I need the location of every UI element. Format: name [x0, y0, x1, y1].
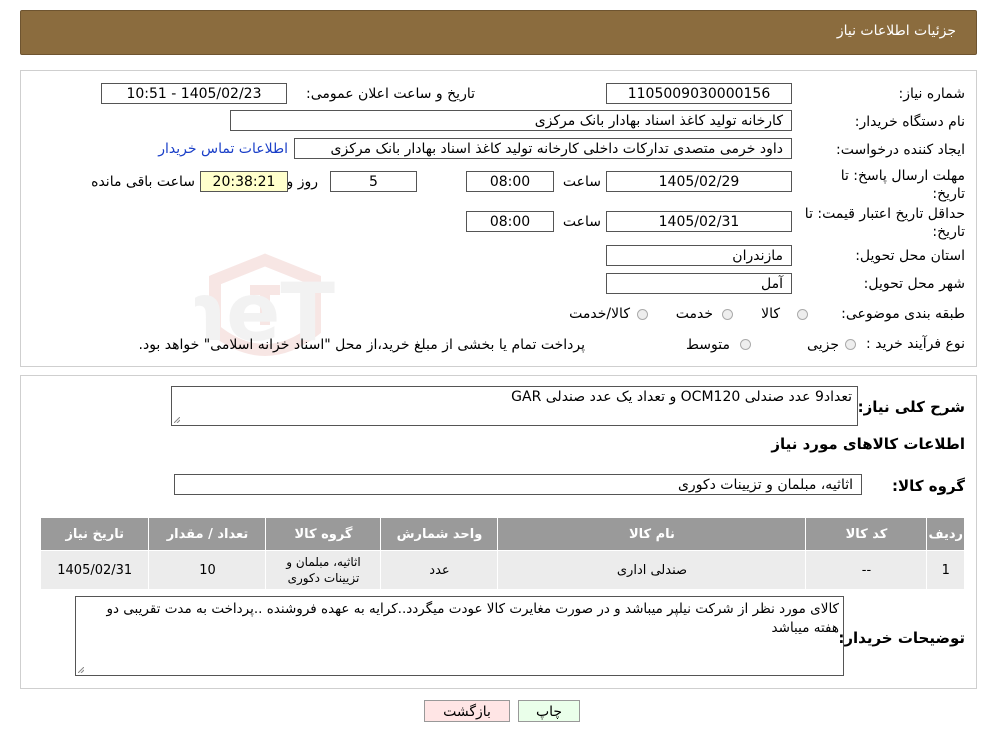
- days-field: 5: [330, 171, 417, 192]
- cell-row: 1: [926, 550, 965, 590]
- col-name: نام کالا: [497, 517, 807, 551]
- category-radio-service[interactable]: [722, 309, 733, 320]
- cell-unit: عدد: [380, 550, 499, 590]
- need-description-label: شرح کلی نیاز:: [857, 398, 965, 416]
- resize-handle-icon[interactable]: [78, 667, 84, 673]
- items-table: ردیف کد کالا نام کالا واحد شمارش گروه کا…: [39, 517, 965, 590]
- col-code: کد کالا: [805, 517, 928, 551]
- cell-code: --: [805, 550, 928, 590]
- process-note: پرداخت تمام یا بخشی از مبلغ خرید،از محل …: [138, 337, 585, 353]
- reply-deadline-label: مهلت ارسال پاسخ: تا تاریخ:: [840, 168, 965, 202]
- remaining-time-field: 20:38:21: [200, 171, 288, 192]
- col-unit: واحد شمارش: [380, 517, 499, 551]
- price-time-field: 08:00: [466, 211, 554, 232]
- reply-time-label: ساعت: [562, 174, 601, 190]
- creator-label: ایجاد کننده درخواست:: [836, 142, 965, 158]
- category-radio-goods[interactable]: [797, 309, 808, 320]
- buyer-notes-label: توضیحات خریدار:: [838, 629, 965, 647]
- goods-info-title: اطلاعات کالاهای مورد نیاز: [771, 435, 965, 453]
- cell-name: صندلی اداری: [497, 550, 807, 590]
- col-row: ردیف: [926, 517, 965, 551]
- need-number-label: شماره نیاز:: [898, 86, 966, 102]
- process-option-medium: متوسط: [686, 337, 730, 353]
- category-radio-goods-service[interactable]: [637, 309, 648, 320]
- need-description-text: تعداد9 عدد صندلی OCM120 و تعداد یک عدد ص…: [511, 389, 852, 405]
- remaining-label: ساعت باقی مانده: [91, 174, 195, 190]
- province-field: مازندران: [606, 245, 792, 266]
- city-label: شهر محل تحویل:: [863, 276, 965, 292]
- province-label: استان محل تحویل:: [855, 248, 965, 264]
- cell-group: اثاثیه، مبلمان و تزیینات دکوری: [265, 550, 382, 590]
- table-row: 1 -- صندلی اداری عدد اثاثیه، مبلمان و تز…: [39, 550, 965, 590]
- page-header: جزئیات اطلاعات نیاز: [20, 10, 977, 55]
- price-time-label: ساعت: [562, 214, 601, 230]
- resize-handle-icon[interactable]: [174, 417, 180, 423]
- creator-field: داود خرمی متصدی تدارکات داخلی کارخانه تو…: [294, 138, 792, 159]
- category-label: طبقه بندی موضوعی:: [841, 306, 965, 322]
- price-date-field: 1405/02/31: [606, 211, 792, 232]
- announce-field: 1405/02/23 - 10:51: [101, 83, 287, 104]
- price-validity-label: حداقل تاریخ اعتبار قیمت: تا تاریخ:: [804, 206, 965, 240]
- category-option-service: خدمت: [675, 306, 713, 322]
- days-label: روز و: [286, 174, 319, 190]
- category-option-goods: کالا: [761, 306, 780, 322]
- buyer-org-field: کارخانه تولید کاغذ اسناد بهادار بانک مرک…: [230, 110, 792, 131]
- buyer-notes-field: کالای مورد نظر از شرکت نیلپر میباشد و در…: [75, 596, 844, 676]
- city-field: آمل: [606, 273, 792, 294]
- col-group: گروه کالا: [265, 517, 382, 551]
- process-radio-minor[interactable]: [845, 339, 856, 350]
- category-option-goods-service: کالا/خدمت: [569, 306, 630, 322]
- table-header-row: ردیف کد کالا نام کالا واحد شمارش گروه کا…: [39, 517, 965, 551]
- buyer-notes-text: کالای مورد نظر از شرکت نیلپر میباشد و در…: [106, 601, 839, 636]
- col-date: تاریخ نیاز: [39, 517, 150, 551]
- col-qty: تعداد / مقدار: [148, 517, 267, 551]
- contact-info-link[interactable]: اطلاعات تماس خریدار: [158, 141, 288, 157]
- need-description-field: تعداد9 عدد صندلی OCM120 و تعداد یک عدد ص…: [171, 386, 858, 426]
- reply-date-field: 1405/02/29: [606, 171, 792, 192]
- back-button[interactable]: بازگشت: [424, 700, 510, 722]
- buyer-org-label: نام دستگاه خریدار:: [854, 114, 965, 130]
- print-button[interactable]: چاپ: [518, 700, 580, 722]
- announce-label: تاریخ و ساعت اعلان عمومی:: [306, 86, 475, 102]
- page-title: جزئیات اطلاعات نیاز: [836, 23, 956, 39]
- goods-group-field: اثاثیه، مبلمان و تزیینات دکوری: [174, 474, 862, 495]
- need-number-field: 1105009030000156: [606, 83, 792, 104]
- reply-time-field: 08:00: [466, 171, 554, 192]
- cell-qty: 10: [148, 550, 267, 590]
- process-option-minor: جزیی: [807, 337, 839, 353]
- goods-group-label: گروه کالا:: [892, 477, 965, 495]
- cell-date: 1405/02/31: [39, 550, 150, 590]
- process-radio-medium[interactable]: [740, 339, 751, 350]
- process-label: نوع فرآیند خرید :: [866, 336, 965, 352]
